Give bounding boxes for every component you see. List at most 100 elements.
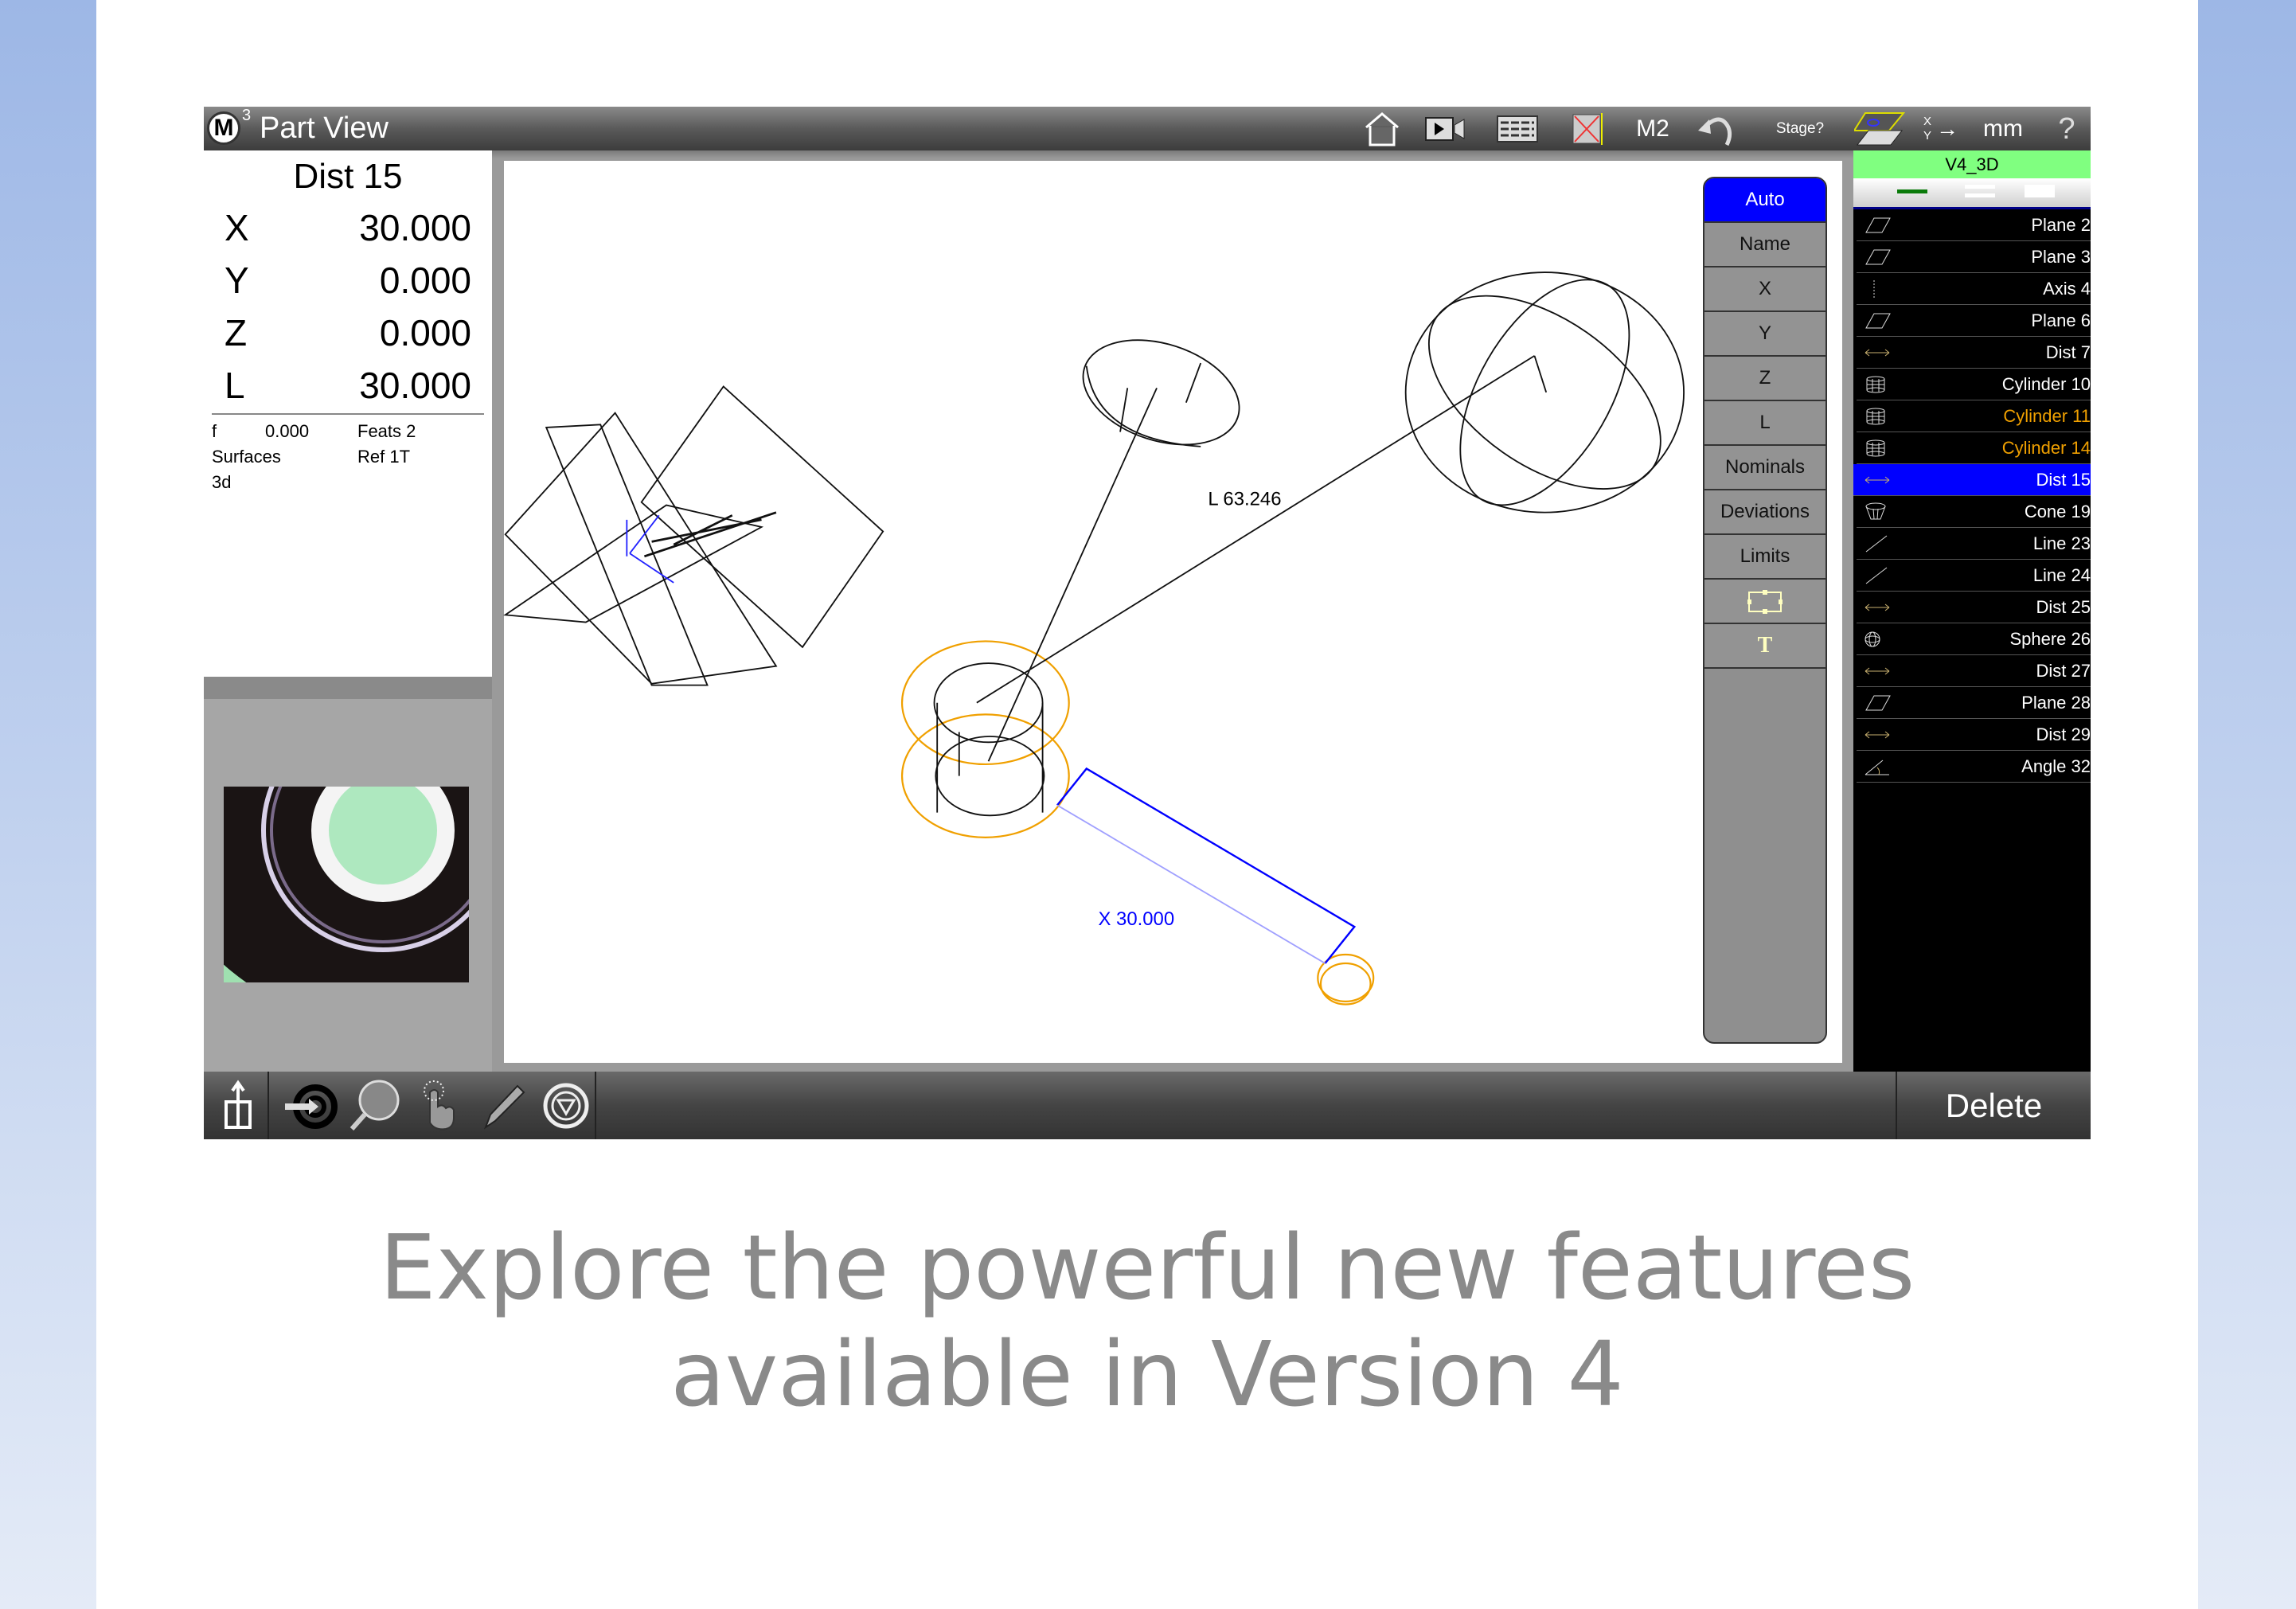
list-view-tabs xyxy=(1853,178,2091,209)
readout-row-y: Y 0.000 xyxy=(225,259,471,302)
undo-button[interactable] xyxy=(1693,111,1740,146)
feature-list-item[interactable]: Cylinder 10 xyxy=(1857,369,2091,400)
view-list-tab[interactable] xyxy=(1965,185,1995,197)
part-view-canvas[interactable] xyxy=(504,161,1842,1063)
readout-label: L xyxy=(225,365,245,406)
dist-icon xyxy=(1865,667,1890,674)
feature-list-label: Dist 7 xyxy=(2045,342,2091,362)
frame-button[interactable] xyxy=(1704,580,1825,624)
magnifier-icon[interactable] xyxy=(347,1078,403,1134)
feature-list-label: Sphere 26 xyxy=(2009,628,2091,649)
bottom-toolbar: Delete xyxy=(204,1072,2091,1139)
feature-list-label: Cylinder 10 xyxy=(2001,373,2091,394)
target-icon[interactable] xyxy=(282,1078,338,1134)
undo-icon xyxy=(1698,117,1732,146)
x-button[interactable]: X xyxy=(1704,268,1825,312)
feature-list: V4_3D Plane 2 Plane 3 Axis 4 Plane 6 Dist 7 C… xyxy=(1853,150,2091,1072)
home-button[interactable] xyxy=(1358,111,1406,146)
feature-list-item[interactable]: Dist 7 xyxy=(1857,337,2091,369)
feature-list-item[interactable]: Plane 28 xyxy=(1857,687,2091,719)
line-icon xyxy=(1865,567,1888,584)
cylinder-icon xyxy=(1866,439,1885,456)
sphere-icon xyxy=(1865,631,1880,646)
feature-list-item[interactable]: Plane 2 xyxy=(1857,209,2091,241)
cylinder-icon xyxy=(1866,408,1885,424)
help-button[interactable]: ? xyxy=(2051,111,2083,146)
line-icon xyxy=(1865,535,1888,552)
table-button[interactable] xyxy=(1494,111,1541,146)
plane-icon xyxy=(1865,217,1891,232)
readout-value: 30.000 xyxy=(359,207,471,248)
feature-list-item[interactable]: Plane 6 xyxy=(1857,305,2091,337)
feature-list-item[interactable]: Cylinder 14 xyxy=(1857,432,2091,464)
feature-readout-panel: Dist 15 X 30.000 Y 0.000 Z 0.000 L 30.000 f … xyxy=(204,150,492,677)
dist-icon xyxy=(1865,349,1890,356)
axis-x-label: X xyxy=(1923,115,1931,128)
mode-label: 3d xyxy=(212,472,232,492)
caption-line-1: Explore the powerful new features xyxy=(379,1217,1915,1320)
feature-list-item[interactable]: Dist 25 xyxy=(1857,592,2091,623)
readout-label: Y xyxy=(225,260,249,301)
feature-list-label: Plane 2 xyxy=(2031,214,2091,235)
feature-list-label: Plane 28 xyxy=(2021,692,2091,713)
units-button[interactable]: mm xyxy=(1975,111,2031,146)
camera-thumbnail[interactable] xyxy=(224,787,469,982)
auto-button[interactable]: Auto xyxy=(1704,178,1825,223)
feature-list-label: Dist 15 xyxy=(2036,469,2091,490)
stage-button[interactable]: Stage? xyxy=(1764,111,1836,146)
readout-label: Z xyxy=(225,312,248,353)
feature-list-item[interactable]: Angle 32 xyxy=(1857,751,2091,783)
feature-list-item[interactable]: Plane 3 xyxy=(1857,241,2091,273)
feature-list-label: Plane 6 xyxy=(2031,310,2091,330)
feature-list-item[interactable]: Sphere 26 xyxy=(1857,623,2091,655)
angle-icon xyxy=(1865,760,1889,775)
surfaces-label: Surfaces xyxy=(212,447,281,467)
feature-list-label: Axis 4 xyxy=(2043,278,2091,299)
view-block-tab[interactable] xyxy=(2025,185,2055,197)
feature-list-label: Dist 27 xyxy=(2036,660,2091,681)
stage-view-button[interactable] xyxy=(1852,111,1907,146)
app-window: M 3 Part View M2 Stage? XY → mm ? Dist 1… xyxy=(204,107,2091,1139)
feature-list-item[interactable]: Dist 27 xyxy=(1857,655,2091,687)
feature-list-item[interactable]: Dist 15 xyxy=(1853,464,2091,496)
dist-icon xyxy=(1865,603,1890,611)
delete-button[interactable]: Delete xyxy=(1896,1072,2091,1139)
y-button[interactable]: Y xyxy=(1704,312,1825,357)
pencil-icon[interactable] xyxy=(474,1078,530,1134)
feature-list-item[interactable]: Dist 29 xyxy=(1857,719,2091,751)
feature-list-label: Cylinder 14 xyxy=(2001,437,2091,458)
z-button[interactable]: Z xyxy=(1704,357,1825,401)
feature-list-item[interactable]: Cone 19 xyxy=(1857,496,2091,528)
feature-list-item[interactable]: Line 24 xyxy=(1857,560,2091,592)
feature-list-label: Plane 3 xyxy=(2031,246,2091,267)
divider xyxy=(212,413,484,415)
plane-icon xyxy=(1865,695,1891,710)
readout-label: X xyxy=(225,207,249,248)
limits-button[interactable]: Limits xyxy=(1704,535,1825,580)
deviations-button[interactable]: Deviations xyxy=(1704,490,1825,535)
feats-count: Feats 2 xyxy=(357,421,416,441)
form-label: f xyxy=(212,421,217,441)
feature-list-label: Dist 29 xyxy=(2036,724,2091,744)
camera-off-button[interactable] xyxy=(1569,111,1609,146)
feature-list-item[interactable]: Line 23 xyxy=(1857,528,2091,560)
feature-list-label: Angle 32 xyxy=(2021,756,2091,776)
view-line-tab[interactable] xyxy=(1897,189,1927,193)
feature-list-item[interactable]: Axis 4 xyxy=(1857,273,2091,305)
l-button[interactable]: L xyxy=(1704,401,1825,446)
video-button[interactable] xyxy=(1422,111,1470,146)
dist-icon xyxy=(1865,731,1890,738)
name-button[interactable]: Name xyxy=(1704,223,1825,268)
export-icon[interactable] xyxy=(210,1078,266,1134)
text-button[interactable]: T xyxy=(1704,624,1825,669)
feature-list-label: Line 24 xyxy=(2032,564,2091,585)
filter-icon[interactable] xyxy=(538,1078,594,1134)
home-icon xyxy=(1365,112,1399,146)
feature-list-label: Cone 19 xyxy=(2024,501,2091,521)
m2-button[interactable]: M2 xyxy=(1629,111,1677,146)
touch-icon[interactable] xyxy=(411,1078,467,1134)
label-options-column: Auto Name X Y Z L Nominals Deviations Li… xyxy=(1703,177,1827,1044)
feature-list-item[interactable]: Cylinder 11 xyxy=(1857,400,2091,432)
readout-value: 0.000 xyxy=(379,260,471,301)
nominals-button[interactable]: Nominals xyxy=(1704,446,1825,490)
